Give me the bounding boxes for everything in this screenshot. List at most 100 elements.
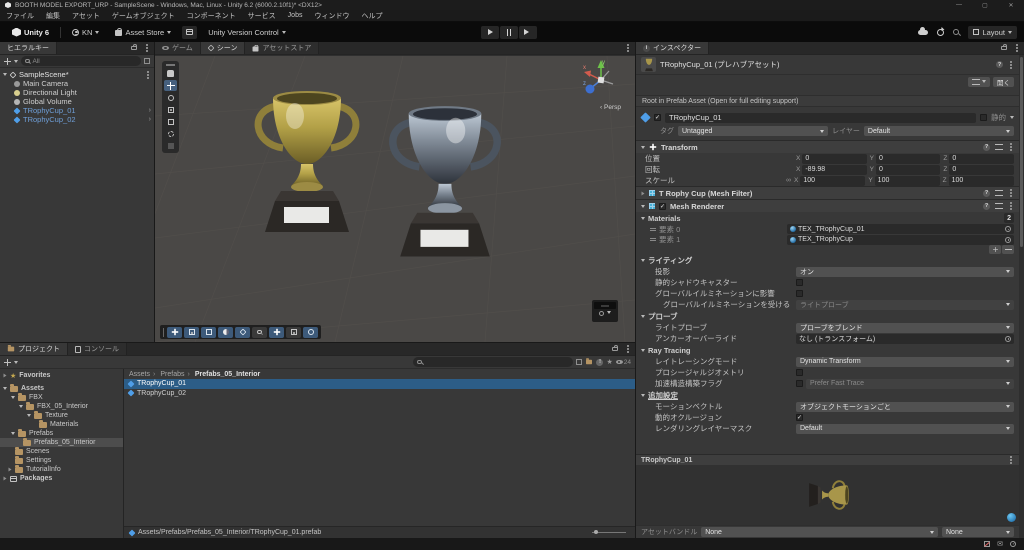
- file-trophycup-01[interactable]: TRophyCup_01: [124, 379, 635, 389]
- scale-tool-button[interactable]: [164, 104, 177, 115]
- prefab-open-chevron[interactable]: ›: [149, 116, 151, 123]
- object-picker-icon[interactable]: [1005, 236, 1011, 243]
- foldout-caret[interactable]: [641, 348, 645, 352]
- file-trophycup-02[interactable]: TRophyCup_02: [124, 389, 635, 399]
- tab-inspector[interactable]: i インスペクター: [636, 42, 710, 54]
- additional-settings-foldout[interactable]: 追加設定: [636, 389, 1019, 401]
- custom-tool-button[interactable]: [164, 140, 177, 151]
- project-search-input[interactable]: [413, 357, 574, 367]
- procedural-geometry-checkbox[interactable]: [796, 369, 803, 376]
- rect-tool-button[interactable]: [164, 116, 177, 127]
- moon-overlay-button[interactable]: [218, 326, 233, 338]
- menu-gameobject[interactable]: ゲームオブジェクト: [112, 11, 175, 21]
- rotation-z-field[interactable]: 0: [949, 164, 1015, 175]
- renderer-enabled-checkbox[interactable]: ✓: [659, 202, 666, 210]
- collapsed-overlay[interactable]: [592, 300, 618, 322]
- probes-foldout[interactable]: プローブ: [636, 310, 1019, 322]
- layout-button[interactable]: Layout: [968, 25, 1017, 39]
- foldout-caret[interactable]: [641, 145, 645, 149]
- overlay-grip[interactable]: [163, 327, 165, 337]
- filter-type-icon[interactable]: [586, 358, 593, 365]
- move-overlay-button[interactable]: [167, 326, 182, 338]
- scene-root-row[interactable]: SampleScene*: [0, 70, 154, 79]
- gameobject-name-field[interactable]: TRophyCup_01: [665, 112, 976, 123]
- tree-fbx-05-interior[interactable]: FBX_05_Interior: [0, 401, 123, 411]
- kebab-menu-icon[interactable]: [1010, 146, 1012, 148]
- mail-icon[interactable]: ✉: [997, 540, 1003, 548]
- tag-dropdown[interactable]: Untagged: [678, 126, 829, 136]
- menu-services[interactable]: サービス: [248, 11, 276, 21]
- position-y-field[interactable]: 0: [876, 153, 941, 164]
- kebab-menu-icon[interactable]: [627, 348, 629, 350]
- chevron-down-icon[interactable]: [14, 360, 18, 364]
- tab-console[interactable]: コンソール: [68, 343, 127, 355]
- kebab-menu-icon[interactable]: [1010, 205, 1012, 207]
- motion-vectors-dropdown[interactable]: オブジェクトモーションごと: [796, 401, 1014, 412]
- remove-material-button[interactable]: [1002, 245, 1014, 254]
- cast-shadows-dropdown[interactable]: オン: [796, 266, 1014, 277]
- foldout-caret[interactable]: [641, 258, 645, 262]
- search-icon[interactable]: [953, 29, 960, 35]
- version-control-button[interactable]: Unity Version Control: [203, 26, 290, 39]
- view-tool-button[interactable]: [164, 68, 177, 79]
- rendering-layer-mask-dropdown[interactable]: Default: [796, 423, 1014, 434]
- help-icon[interactable]: ?: [996, 61, 1003, 68]
- foldout-caret[interactable]: [3, 73, 7, 76]
- check-circle-icon[interactable]: ✓: [1010, 541, 1016, 547]
- foldout-caret[interactable]: [641, 216, 645, 220]
- menu-window[interactable]: ウィンドウ: [314, 11, 349, 21]
- maximize-button[interactable]: ▢: [977, 2, 993, 9]
- static-shadow-checkbox[interactable]: [796, 279, 803, 286]
- object-picker-icon[interactable]: [1005, 335, 1011, 342]
- kebab-menu-icon[interactable]: [1016, 47, 1018, 49]
- foldout-caret[interactable]: [641, 314, 645, 318]
- tree-texture[interactable]: Texture: [0, 410, 123, 420]
- scale-x-field[interactable]: 100: [800, 175, 866, 186]
- help-icon[interactable]: ?: [983, 143, 990, 151]
- mesh-renderer-header[interactable]: ✓ Mesh Renderer ?: [636, 199, 1019, 212]
- hierarchy-item-trophycup-01[interactable]: TRophyCup_01 ›: [0, 106, 154, 115]
- menu-jobs[interactable]: Jobs: [288, 12, 303, 19]
- rotate-tool-button[interactable]: [164, 92, 177, 103]
- object-picker-icon[interactable]: [1005, 226, 1011, 233]
- play-button[interactable]: [481, 25, 499, 39]
- step-button[interactable]: [519, 25, 537, 39]
- package-manager-button[interactable]: [182, 25, 198, 39]
- drag-handle-icon[interactable]: [650, 238, 656, 242]
- preview-settings-sphere[interactable]: [1007, 513, 1016, 522]
- position-x-field[interactable]: 0: [802, 153, 867, 164]
- layer-dropdown[interactable]: Default: [863, 126, 1015, 136]
- dynamic-occlusion-checkbox[interactable]: ✓: [796, 414, 803, 421]
- contribute-gi-checkbox[interactable]: [796, 290, 803, 297]
- lighting-foldout[interactable]: ライティング: [636, 254, 1019, 266]
- tree-scenes[interactable]: Scenes: [0, 446, 123, 456]
- tree-prefabs-05-interior[interactable]: Prefabs_05_Interior: [0, 437, 123, 447]
- zoom-overlay-button[interactable]: [252, 326, 267, 338]
- add-material-button[interactable]: [989, 245, 1001, 254]
- history-icon[interactable]: [937, 28, 945, 36]
- hierarchy-item-directional-light[interactable]: Directional Light: [0, 88, 154, 97]
- anchor-override-field[interactable]: なし (トランスフォーム): [796, 333, 1014, 344]
- scale-z-field[interactable]: 100: [948, 175, 1014, 186]
- static-checkbox[interactable]: [980, 114, 987, 121]
- kebab-menu-icon[interactable]: [627, 47, 629, 49]
- rotation-y-field[interactable]: 0: [876, 164, 941, 175]
- chevron-down-icon[interactable]: [14, 59, 18, 63]
- tab-game[interactable]: ゲーム: [155, 42, 201, 54]
- inspector-scrollbar[interactable]: [1019, 55, 1024, 538]
- tree-settings[interactable]: Settings: [0, 455, 123, 465]
- kebab-menu-icon[interactable]: [1010, 459, 1012, 461]
- hierarchy-item-main-camera[interactable]: Main Camera: [0, 79, 154, 88]
- orientation-gizmo[interactable]: y x z: [579, 58, 623, 102]
- lock-icon[interactable]: [1001, 43, 1007, 51]
- tree-tutorialinfo[interactable]: TutorialInfo: [0, 464, 123, 474]
- preset-icon[interactable]: [995, 190, 1003, 196]
- transform-header[interactable]: Transform ?: [636, 140, 1019, 153]
- help-icon[interactable]: ?: [983, 189, 990, 197]
- foldout-caret[interactable]: [641, 191, 645, 195]
- link-scale-icon[interactable]: ∞: [786, 177, 791, 184]
- layers-overlay-button[interactable]: [235, 326, 250, 338]
- minimize-button[interactable]: —: [951, 2, 967, 9]
- static-dropdown-caret[interactable]: [1010, 116, 1014, 119]
- pan-overlay-button[interactable]: [269, 326, 284, 338]
